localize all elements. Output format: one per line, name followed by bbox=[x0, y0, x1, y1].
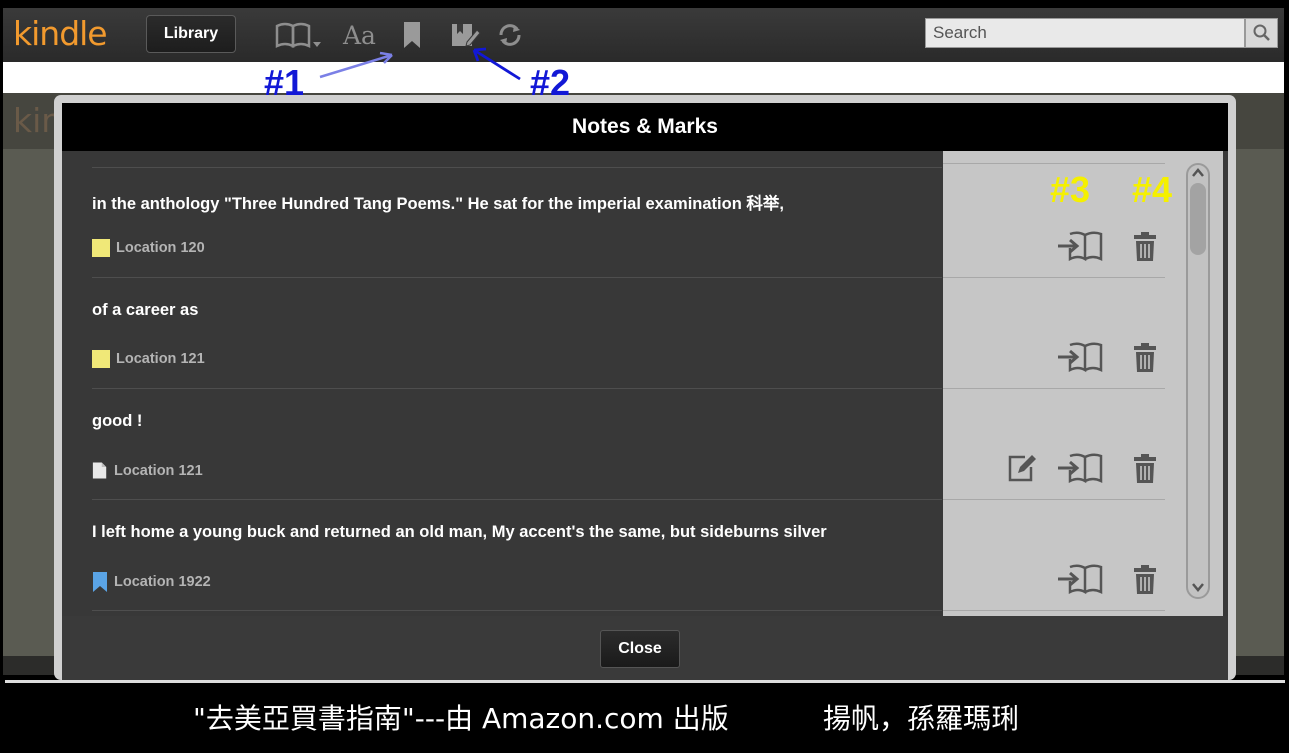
caption-divider bbox=[5, 680, 1285, 683]
annotation-label-3: #3 bbox=[1050, 169, 1091, 210]
arrow-to-bookmark-icon bbox=[319, 51, 393, 79]
caption-publisher: "去美亞買書指南"---由 Amazon.com 出版 bbox=[193, 702, 729, 735]
caption-authors: 揚帆，孫羅瑪琍 bbox=[823, 702, 1020, 735]
annotation-label-4: #4 bbox=[1132, 169, 1173, 210]
annotation-arrows bbox=[319, 47, 521, 81]
screenshot: kindle Library Aa Search kin Notes & Mar… bbox=[0, 0, 1289, 753]
annotation-label-1: #1 bbox=[264, 62, 305, 103]
arrow-to-notes-icon bbox=[472, 47, 521, 81]
annotation-label-2: #2 bbox=[530, 62, 571, 103]
